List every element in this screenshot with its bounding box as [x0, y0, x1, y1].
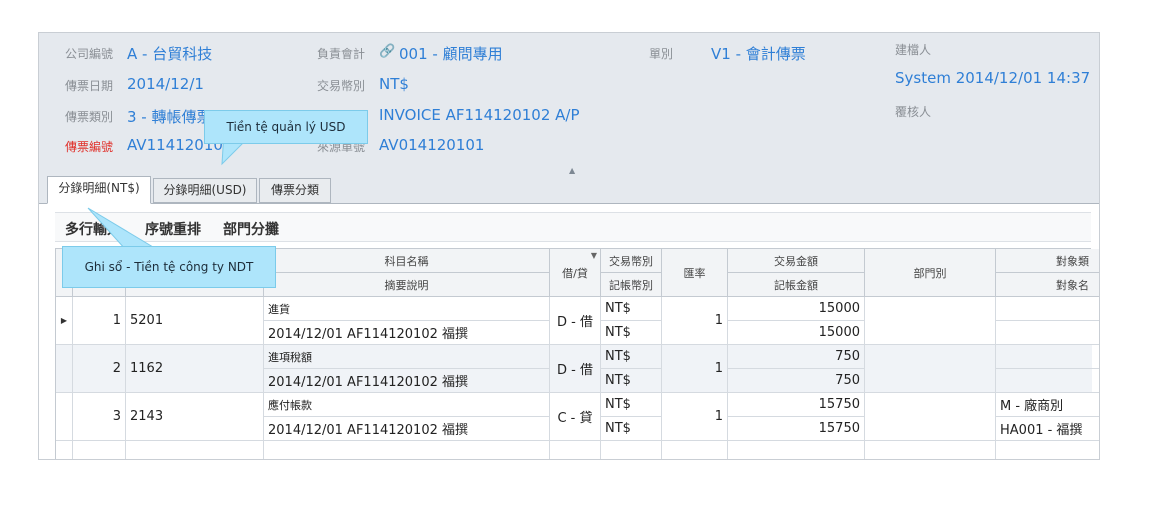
- account-name-cell[interactable]: 進貨: [264, 297, 550, 321]
- header-target[interactable]: 對象類: [996, 249, 1099, 273]
- row-pointer-icon: ▶: [56, 297, 73, 345]
- reference-field[interactable]: INVOICE AF114120102 A/P: [379, 106, 580, 124]
- target-name-cell[interactable]: HA001 - 福撰: [996, 417, 1099, 441]
- reviewer-label: 覆核人: [895, 105, 932, 119]
- trade-amount-cell[interactable]: 15000: [728, 297, 865, 321]
- trade-currency-cell[interactable]: [601, 441, 662, 459]
- department-cell[interactable]: [865, 393, 996, 441]
- table-row[interactable]: 3 2143 應付帳款 2014/12/01 AF114120102 福撰 C …: [56, 393, 1099, 441]
- book-currency-cell[interactable]: NT$: [601, 417, 662, 441]
- row-indicator: [56, 393, 73, 441]
- tab-bar: 分錄明細(NT$) 分錄明細(USD) 傳票分類: [39, 176, 1099, 204]
- accountant-label: 負責會計: [317, 47, 366, 61]
- grid-toolbar: 多行輸入 序號重排 部門分攤: [55, 212, 1091, 242]
- creator-value: System 2014/12/01 14:37: [895, 69, 1091, 87]
- book-amount-cell[interactable]: 750: [728, 369, 865, 393]
- trade-amount-cell[interactable]: 750: [728, 345, 865, 369]
- row-no: 2: [73, 345, 126, 393]
- row-no: 1: [73, 297, 126, 345]
- account-code-cell[interactable]: [126, 441, 264, 459]
- target-cell[interactable]: [996, 297, 1099, 321]
- debit-credit-cell[interactable]: D - 借: [550, 345, 601, 393]
- target-cell[interactable]: M - 廠商別: [996, 393, 1099, 417]
- trade-amount-cell[interactable]: [728, 441, 865, 459]
- trade-currency-label: 交易幣別: [317, 79, 366, 93]
- target-name-cell[interactable]: [996, 369, 1099, 393]
- target-name-cell[interactable]: [996, 321, 1099, 345]
- callout-ndt: Ghi sổ - Tiền tệ công ty NDT: [62, 246, 276, 288]
- account-code-cell[interactable]: 1162: [126, 345, 264, 393]
- voucher-category-field[interactable]: 3 - 轉帳傳票: [127, 106, 212, 127]
- collapse-up-icon[interactable]: ▲: [569, 166, 575, 175]
- company-field[interactable]: A - 台貿科技: [127, 43, 212, 64]
- target-cell[interactable]: [996, 345, 1099, 369]
- tab-entries-ntd[interactable]: 分錄明細(NT$): [47, 176, 151, 204]
- header-department[interactable]: 部門別: [865, 249, 996, 297]
- header-target-name[interactable]: 對象名: [996, 273, 1099, 297]
- row-no: 3: [73, 393, 126, 441]
- trade-amount-cell[interactable]: 15750: [728, 393, 865, 417]
- tab-content: 多行輸入 序號重排 部門分攤 科目名稱 摘要說明 借/貸 ▼ 交易幣別 記帳幣別…: [39, 203, 1099, 459]
- tab-entries-usd[interactable]: 分錄明細(USD): [153, 178, 257, 203]
- debit-credit-cell[interactable]: [550, 441, 601, 459]
- accountant-field[interactable]: 001 - 顧問專用: [399, 43, 503, 64]
- rate-cell[interactable]: 1: [662, 393, 728, 441]
- link-icon[interactable]: 🔗: [379, 44, 395, 59]
- account-code-cell[interactable]: 5201: [126, 297, 264, 345]
- voucher-date-label: 傳票日期: [65, 79, 114, 93]
- rate-cell[interactable]: 1: [662, 297, 728, 345]
- doc-type-field[interactable]: V1 - 會計傳票: [711, 43, 806, 64]
- header-account-name[interactable]: 科目名稱: [264, 249, 550, 273]
- header-trade-currency[interactable]: 交易幣別: [601, 249, 662, 273]
- callout-usd: Tiền tệ quản lý USD: [204, 110, 368, 144]
- book-amount-cell[interactable]: 15000: [728, 321, 865, 345]
- header-book-currency[interactable]: 記帳幣別: [601, 273, 662, 297]
- trade-currency-cell[interactable]: NT$: [601, 297, 662, 321]
- trade-currency-cell[interactable]: NT$: [601, 393, 662, 417]
- summary-cell[interactable]: 2014/12/01 AF114120102 福撰: [264, 417, 550, 441]
- department-cell[interactable]: [865, 441, 996, 459]
- new-entry-row[interactable]: [56, 441, 1092, 459]
- summary-cell[interactable]: 2014/12/01 AF114120102 福撰: [264, 369, 550, 393]
- book-currency-cell[interactable]: NT$: [601, 321, 662, 345]
- summary-cell[interactable]: 2014/12/01 AF114120102 福撰: [264, 321, 550, 345]
- row-indicator: [56, 345, 73, 393]
- rate-cell[interactable]: 1: [662, 345, 728, 393]
- trade-currency-field[interactable]: NT$: [379, 75, 409, 93]
- department-allocation-button[interactable]: 部門分攤: [223, 219, 279, 239]
- table-row[interactable]: 2 1162 進項稅額 2014/12/01 AF114120102 福撰 D …: [56, 345, 1099, 393]
- account-name-cell[interactable]: 進項稅額: [264, 345, 550, 369]
- tab-voucher-classification[interactable]: 傳票分類: [259, 178, 331, 203]
- doc-type-label: 單別: [649, 47, 674, 61]
- header-trade-amount[interactable]: 交易金額: [728, 249, 865, 273]
- company-label: 公司編號: [65, 47, 114, 61]
- book-amount-cell[interactable]: 15750: [728, 417, 865, 441]
- creator-label: 建檔人: [895, 43, 932, 57]
- header-rate[interactable]: 匯率: [662, 249, 728, 297]
- row-indicator: [56, 441, 73, 459]
- header-debit-credit[interactable]: 借/貸 ▼: [550, 249, 601, 297]
- debit-credit-cell[interactable]: D - 借: [550, 297, 601, 345]
- trade-currency-cell[interactable]: NT$: [601, 345, 662, 369]
- rate-cell[interactable]: [662, 441, 728, 459]
- department-cell[interactable]: [865, 345, 996, 393]
- account-name-cell[interactable]: 應付帳款: [264, 393, 550, 417]
- book-currency-cell[interactable]: NT$: [601, 369, 662, 393]
- voucher-no-label: 傳票編號: [65, 140, 114, 154]
- row-no: [73, 441, 126, 459]
- debit-credit-cell[interactable]: C - 貸: [550, 393, 601, 441]
- target-cell[interactable]: [996, 441, 1099, 459]
- sort-icon[interactable]: ▼: [591, 251, 597, 260]
- department-cell[interactable]: [865, 297, 996, 345]
- voucher-category-label: 傳票類別: [65, 110, 114, 124]
- second-no-field[interactable]: AV014120101: [379, 136, 484, 154]
- account-code-cell[interactable]: 2143: [126, 393, 264, 441]
- header-summary[interactable]: 摘要說明: [264, 273, 550, 297]
- voucher-date-field[interactable]: 2014/12/1: [127, 75, 204, 93]
- table-row[interactable]: ▶ 1 5201 進貨 2014/12/01 AF114120102 福撰 D …: [56, 297, 1099, 345]
- header-book-amount[interactable]: 記帳金額: [728, 273, 865, 297]
- header-debit-credit-label: 借/貸: [562, 266, 588, 280]
- account-name-cell[interactable]: [264, 441, 550, 459]
